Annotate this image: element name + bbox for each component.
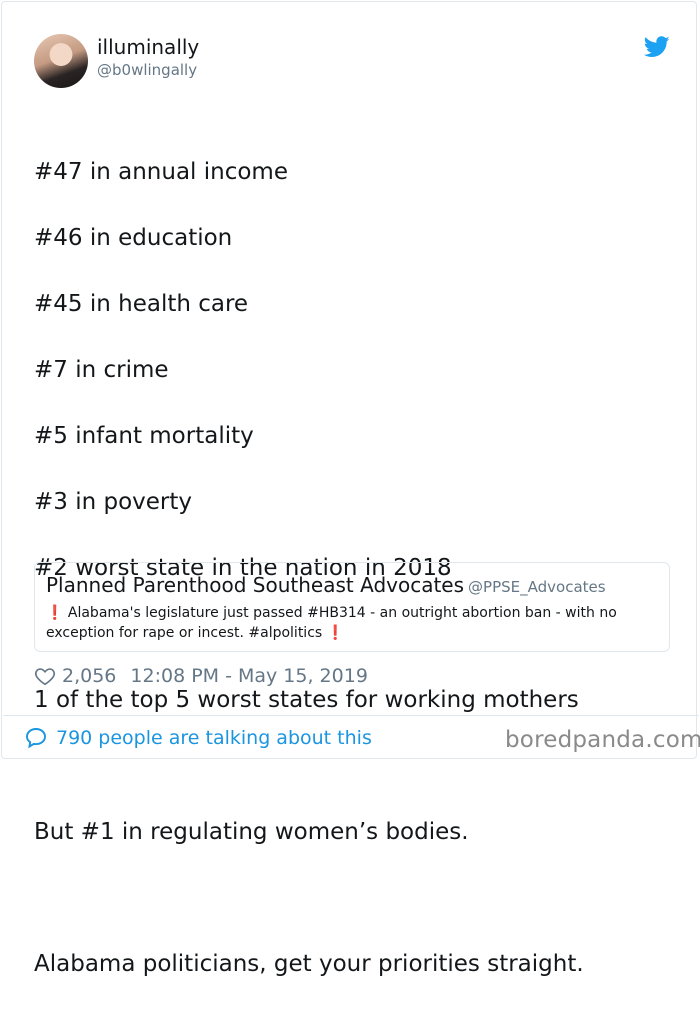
exclamation-icon: ❗ (326, 625, 345, 641)
speech-bubble-icon (26, 728, 46, 749)
tweet-line: #3 in poverty (34, 489, 193, 515)
quoted-display-name: Planned Parenthood Southeast Advocates (46, 573, 465, 597)
conversation-link[interactable]: 790 people are talking about this (24, 726, 372, 750)
user-handle[interactable]: @b0wlingally (97, 61, 197, 79)
divider (3, 715, 699, 716)
quoted-tweet-text: ❗ Alabama's legislature just passed #HB3… (46, 603, 646, 643)
quoted-tweet[interactable]: Planned Parenthood Southeast Advocates @P… (34, 562, 670, 652)
heart-icon[interactable] (34, 665, 56, 687)
exclamation-icon: ❗ (46, 605, 64, 621)
like-count[interactable]: 2,056 (62, 665, 116, 687)
tweet-meta: 2,056 12:08 PM - May 15, 2019 (34, 662, 368, 690)
tweet-line: Alabama politicians, get your priorities… (34, 951, 584, 977)
avatar[interactable] (34, 34, 88, 88)
tweet-line: #5 infant mortality (34, 423, 254, 449)
tweet-card: illuminally @b0wlingally #47 in annual i… (1, 1, 699, 977)
conversation-text[interactable]: 790 people are talking about this (56, 727, 372, 749)
quoted-tweet-header: Planned Parenthood Southeast Advocates @P… (46, 573, 606, 597)
watermark: boredpanda.com (505, 727, 700, 753)
timestamp[interactable]: 12:08 PM - May 15, 2019 (130, 665, 368, 687)
display-name[interactable]: illuminally (97, 35, 199, 59)
tweet-line: #45 in health care (34, 291, 249, 317)
twitter-bird-icon[interactable] (644, 36, 670, 58)
tweet-line: #46 in education (34, 225, 233, 251)
tweet-line: But #1 in regulating women’s bodies. (34, 819, 469, 845)
tweet-line: #47 in annual income (34, 159, 288, 185)
tweet-line: #7 in crime (34, 357, 169, 383)
quoted-handle: @PPSE_Advocates (468, 578, 606, 596)
